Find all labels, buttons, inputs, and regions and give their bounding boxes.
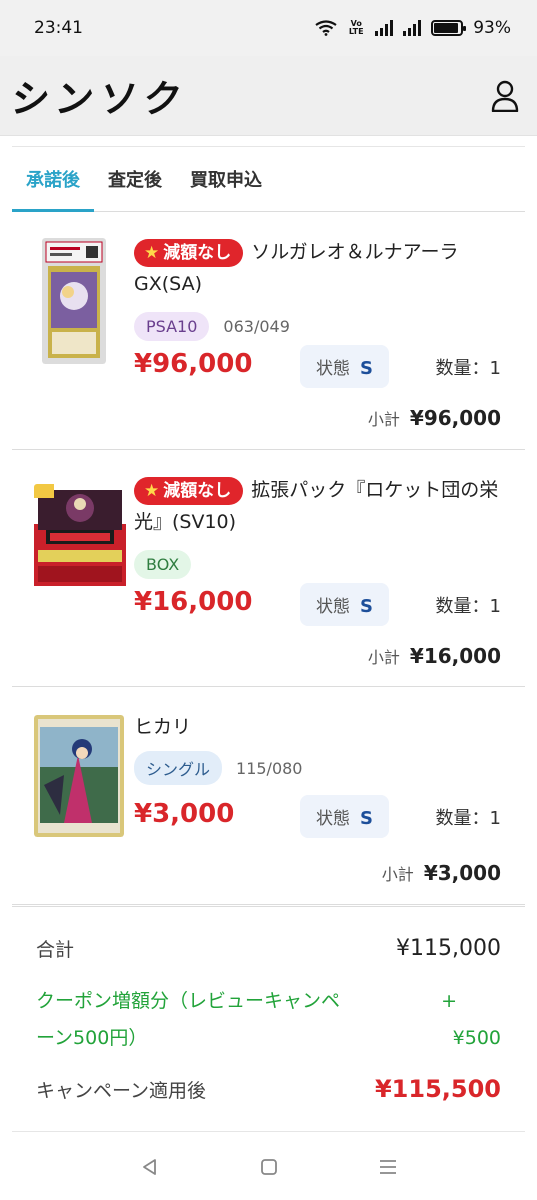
subtotal-value: ¥16,000 [409,644,501,668]
final-row: キャンペーン適用後 ¥115,500 [36,1075,501,1103]
quantity: 数量：1 [435,358,501,379]
wifi-icon [315,20,337,36]
subtotal: 小計 ¥96,000 [368,406,501,430]
item-content: ★ 減額なし ソルガレオ＆ルナアーラGX(SA) PSA10 063/049 ¥96… [134,236,501,391]
condition-box: 状態 S [300,583,389,626]
item-content: ヒカリ シングル 115/080 ¥3,000 状態 S 数量：1 [134,711,501,841]
product-image-trainer-card [34,715,124,837]
user-icon [491,80,519,112]
quantity: 数量：1 [435,596,501,617]
volte-icon: Vo LTE [348,19,364,36]
tag-row: シングル 115/080 [134,751,501,785]
signal-icon-2 [403,20,422,36]
tab-bar: 承諾後 査定後 買取申込 [12,146,525,212]
condition-value: S [360,358,373,379]
star-icon: ★ [144,481,160,501]
badge-label: 減額なし [163,243,232,263]
menu-icon [379,1160,396,1174]
tab-appraised[interactable]: 査定後 [94,147,176,211]
condition-label: 状態 [316,597,351,617]
coupon-plus: + [441,990,457,1012]
star-icon: ★ [144,243,160,263]
condition-label: 状態 [316,809,351,829]
grade-tag: PSA10 [134,312,210,341]
product-image-psa-card [42,238,106,364]
back-icon [142,1159,156,1175]
card-number: 063/049 [223,317,290,336]
item-title: ヒカリ [134,711,501,743]
price-row: ¥3,000 状態 S 数量：1 [134,795,501,841]
coupon-label-line-2: ーン500円） [36,1027,148,1049]
subtotal: 小計 ¥16,000 [368,644,501,668]
account-button[interactable] [485,76,525,116]
subtotal-value: ¥96,000 [409,406,501,430]
price-row: ¥96,000 状態 S 数量：1 [134,345,501,391]
subtotal-label: 小計 [381,865,414,884]
coupon-value-block: + ¥500 [441,983,501,1057]
list-item[interactable]: ヒカリ シングル 115/080 ¥3,000 状態 S 数量：1 小計 ¥3,00… [12,687,525,905]
item-price: ¥16,000 [134,587,253,617]
status-icons: Vo LTE 93% [315,18,511,38]
subtotal-label: 小計 [367,648,400,667]
type-tag: BOX [134,550,192,579]
item-title: ★ 減額なし ソルガレオ＆ルナアーラGX(SA) [134,236,501,300]
subtotal-value: ¥3,000 [423,861,501,885]
item-name: ヒカリ [134,716,192,738]
price-row: ¥16,000 状態 S 数量：1 [134,583,501,629]
clock: 23:41 [34,18,83,38]
condition-box: 状態 S [300,795,389,838]
condition-value: S [360,808,373,829]
home-icon [260,1159,277,1175]
status-bar: 23:41 Vo LTE 93% [0,0,537,56]
coupon-value: ¥500 [452,1027,501,1049]
final-label: キャンペーン適用後 [36,1079,207,1102]
final-value: ¥115,500 [374,1075,501,1103]
card-number: 115/080 [236,758,303,778]
total-label: 合計 [36,939,75,961]
list-item[interactable]: ★ 減額なし 拡張パック『ロケット団の栄光』(SV10) BOX ¥16,000 状… [12,450,525,687]
coupon-row: クーポン増額分（レビューキャンペ ーン500円） + ¥500 [36,983,501,1057]
signal-icon [375,20,394,36]
battery-icon [431,20,467,36]
battery-level: 93% [473,18,511,38]
subtotal-label: 小計 [367,410,400,429]
logo[interactable]: シンソク [8,68,192,123]
item-price: ¥3,000 [134,799,235,829]
tag-row: BOX [134,550,501,579]
app-header: シンソク [0,56,537,136]
back-button[interactable] [130,1147,170,1187]
coupon-label-line-1: クーポン増額分（レビューキャンペ [36,990,341,1012]
list-item[interactable]: ★ 減額なし ソルガレオ＆ルナアーラGX(SA) PSA10 063/049 ¥96… [12,212,525,450]
item-price: ¥96,000 [134,349,253,379]
condition-value: S [360,596,373,617]
home-button[interactable] [249,1147,289,1187]
totals-section: 合計 ¥115,000 クーポン増額分（レビューキャンペ ーン500円） + ¥… [12,906,525,1132]
no-reduction-badge: ★ 減額なし [134,477,244,505]
coupon-label: クーポン増額分（レビューキャンペ ーン500円） [36,983,340,1057]
tab-accepted[interactable]: 承諾後 [12,147,94,212]
tab-purchase-request[interactable]: 買取申込 [176,147,276,211]
subtotal: 小計 ¥3,000 [382,861,501,885]
product-image-booster-box [34,484,126,592]
condition-box: 状態 S [300,345,389,388]
tag-row: PSA10 063/049 [134,312,501,341]
condition-label: 状態 [316,359,351,379]
quantity: 数量：1 [435,808,501,829]
total-value: ¥115,000 [396,936,501,961]
recents-button[interactable] [368,1147,408,1187]
no-reduction-badge: ★ 減額なし [134,239,244,267]
type-tag: シングル [134,751,223,785]
system-nav-bar [0,1134,537,1200]
total-row: 合計 ¥115,000 [36,935,501,962]
item-title: ★ 減額なし 拡張パック『ロケット団の栄光』(SV10) [134,474,501,538]
badge-label: 減額なし [163,481,232,501]
item-content: ★ 減額なし 拡張パック『ロケット団の栄光』(SV10) BOX ¥16,000 状… [134,474,501,629]
